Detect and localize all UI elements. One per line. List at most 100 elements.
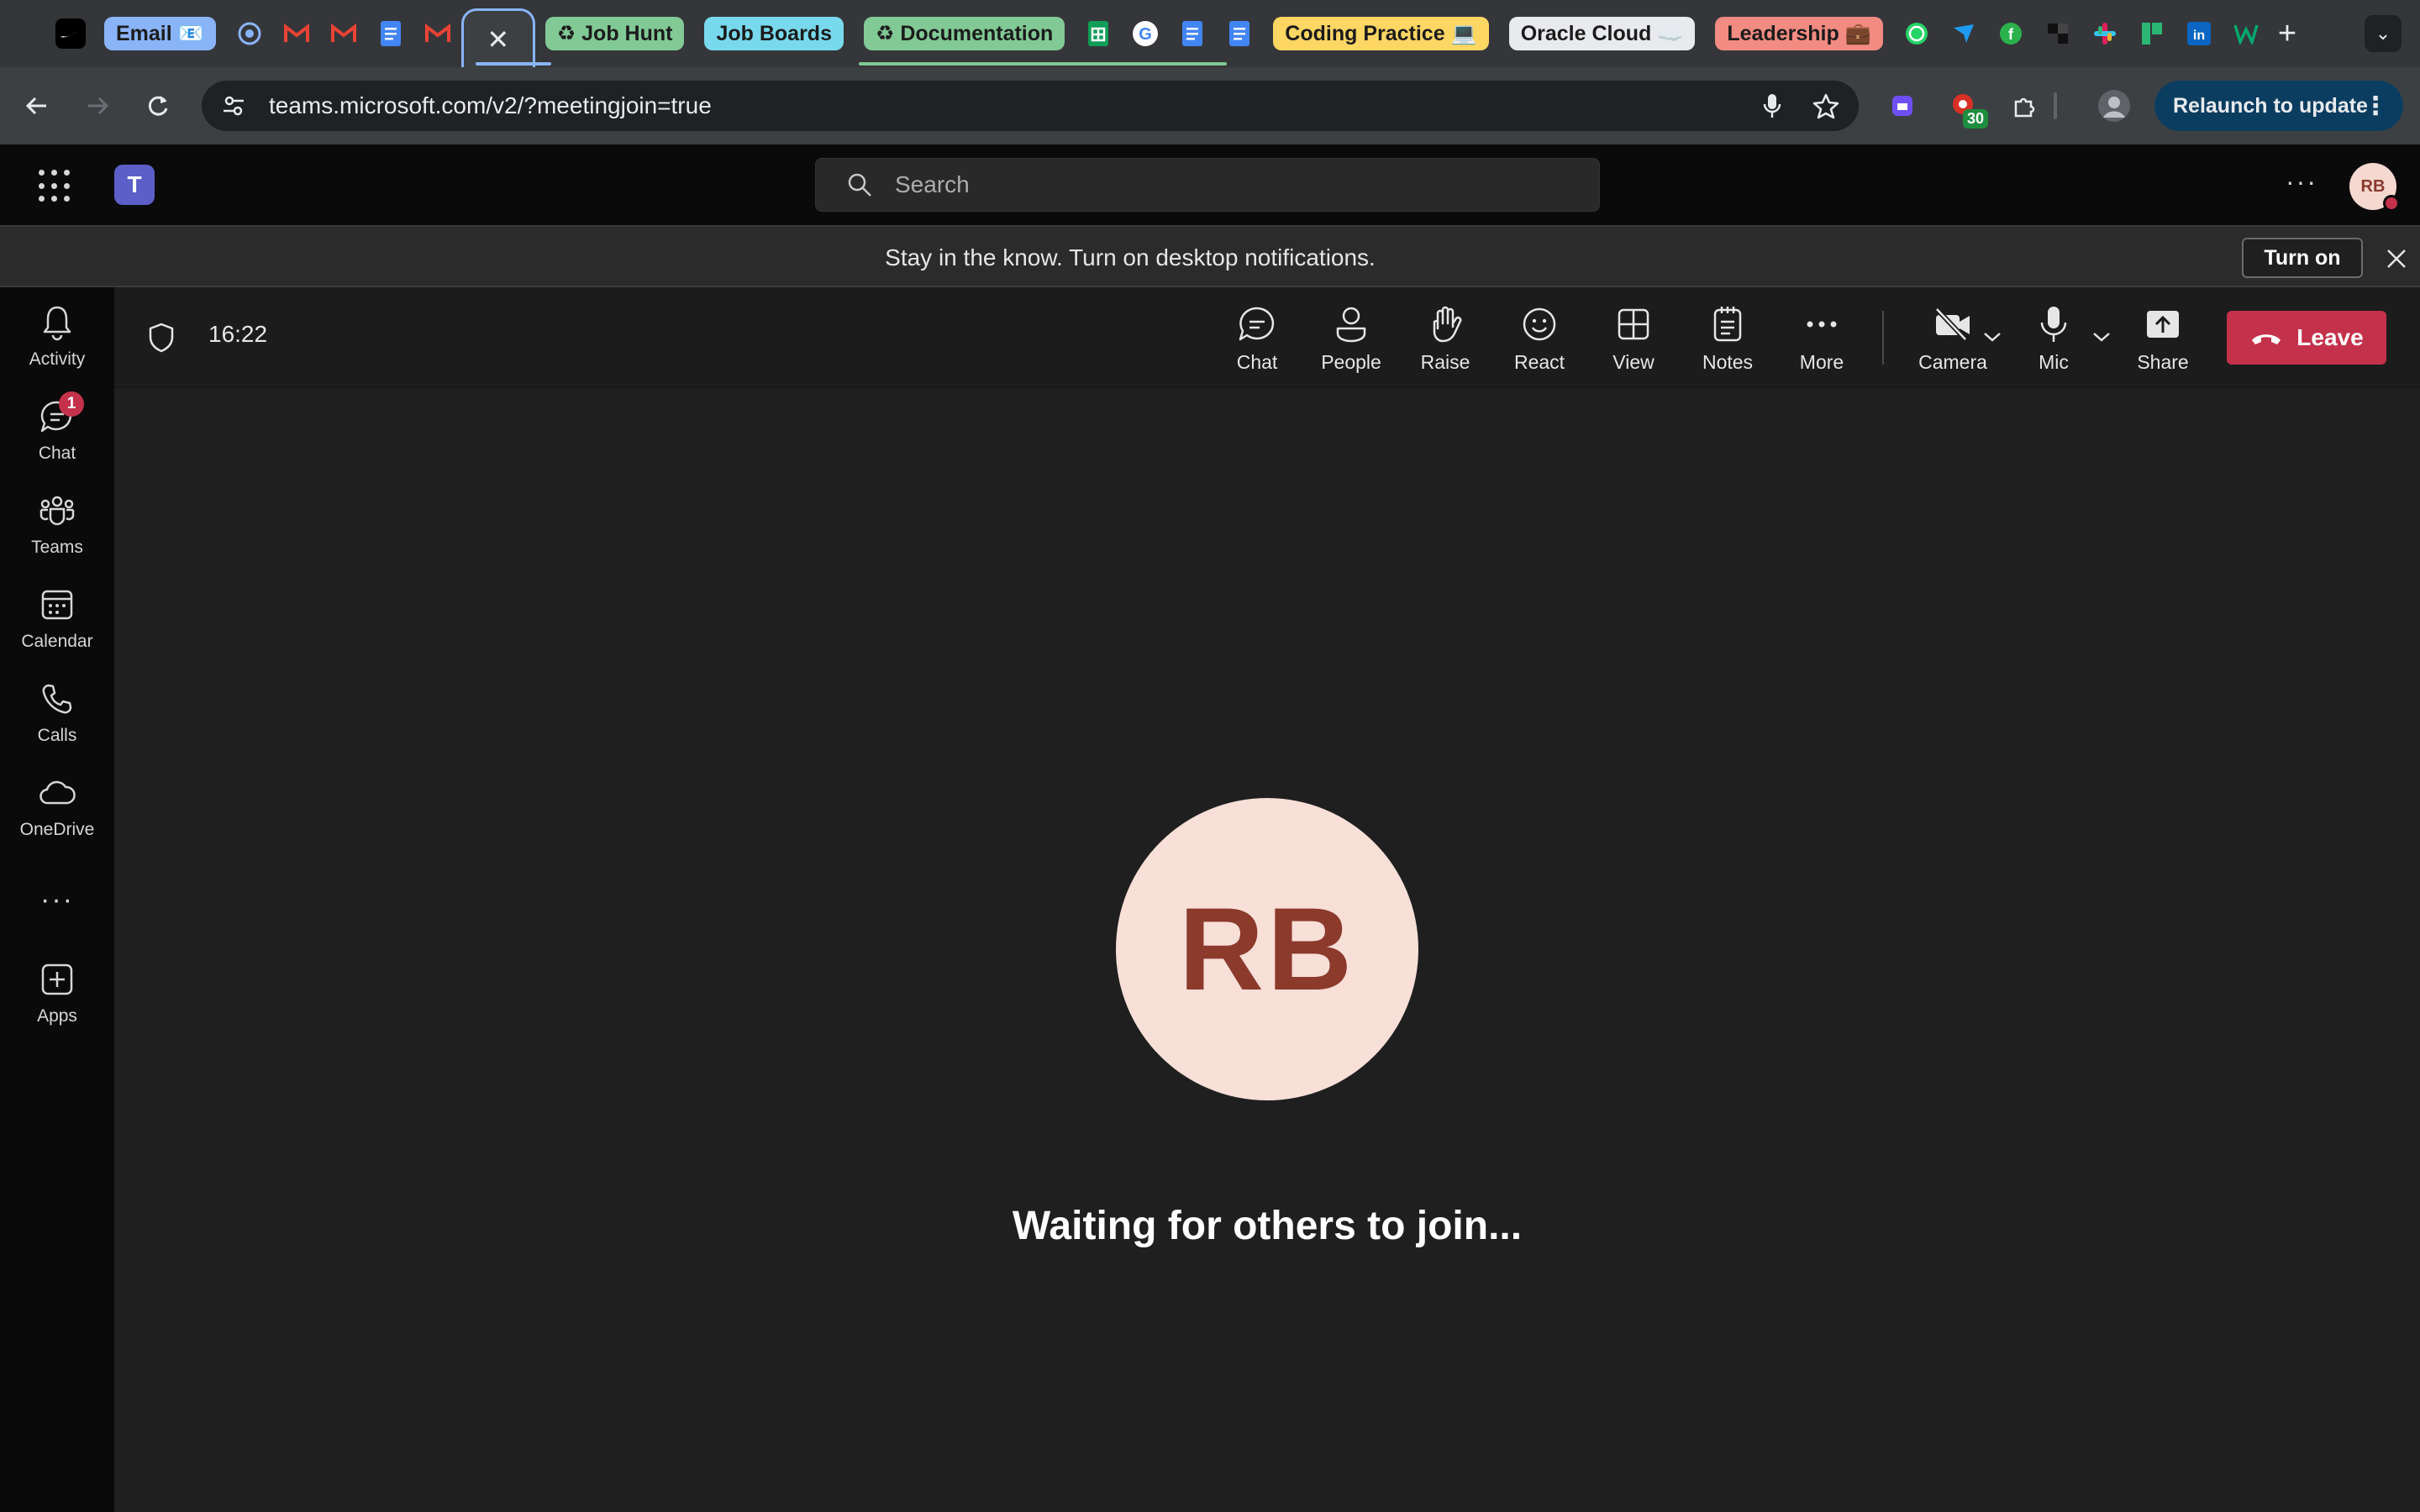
rail-label: Calls <box>37 726 77 745</box>
rail-item-calendar[interactable]: Calendar <box>0 585 114 669</box>
reload-button[interactable] <box>134 82 182 129</box>
more-icon <box>1800 302 1844 346</box>
tab-group-job-hunt[interactable]: ♻ Job Hunt <box>544 17 685 50</box>
chrome-icon[interactable] <box>234 18 265 49</box>
tab-group-documentation[interactable]: ♻ Documentation <box>863 17 1065 50</box>
relaunch-button[interactable]: Relaunch to update ⋮ <box>2154 81 2403 131</box>
squares-icon[interactable] <box>2043 18 2073 49</box>
microphone-icon[interactable] <box>1751 92 1793 119</box>
meeting-timer: 16:22 <box>208 321 268 347</box>
rail-item-calls[interactable]: Calls <box>0 679 114 763</box>
participant-avatar: RB <box>1116 798 1418 1100</box>
new-tab-button[interactable]: + <box>2278 16 2296 52</box>
chat-icon <box>1235 302 1279 346</box>
nike-icon[interactable] <box>55 18 86 49</box>
unread-badge: 1 <box>59 391 84 417</box>
rail-label: Activity <box>29 349 86 369</box>
close-icon[interactable] <box>2381 244 2412 274</box>
notes-icon <box>1706 302 1749 346</box>
sheets-icon[interactable] <box>1083 18 1113 49</box>
share-button[interactable]: Share <box>2121 302 2205 378</box>
app-rail: Activity 1 Chat Teams Calendar Calls One… <box>0 287 114 1512</box>
cloud-icon <box>37 773 77 813</box>
chat-icon: 1 <box>37 391 84 437</box>
profile-avatar-icon[interactable] <box>2094 86 2134 126</box>
notification-message: Stay in the know. Turn on desktop notifi… <box>885 244 1376 270</box>
teams-icon <box>37 491 77 531</box>
extension-icon[interactable] <box>1882 86 1923 126</box>
close-icon[interactable]: ✕ <box>487 24 509 55</box>
reload-icon <box>148 96 168 116</box>
share-icon <box>2141 302 2185 346</box>
rail-item-teams[interactable]: Teams <box>0 491 114 575</box>
view-button[interactable]: View <box>1591 302 1676 378</box>
active-tab[interactable]: ✕ <box>460 8 535 67</box>
rail-label: Teams <box>31 538 83 557</box>
tool-label: More <box>1799 351 1844 373</box>
forward-button[interactable] <box>74 82 121 129</box>
notes-button[interactable]: Notes <box>1686 302 1770 378</box>
more-options-icon[interactable]: ··· <box>2286 166 2317 197</box>
whatsapp-icon[interactable] <box>1902 18 1932 49</box>
toolbar-divider <box>1882 311 1884 365</box>
app-launcher-icon[interactable] <box>39 170 72 203</box>
phone-icon <box>37 679 77 719</box>
extension-icon[interactable]: 30 <box>1943 86 1989 129</box>
gmail-icon[interactable] <box>329 18 359 49</box>
puzzle-icon[interactable] <box>2005 86 2045 126</box>
add-app-icon <box>37 959 77 1000</box>
tab-group-leadership[interactable]: Leadership 💼 <box>1715 17 1883 50</box>
tool-label: View <box>1612 351 1655 373</box>
avatar[interactable]: RB <box>2349 163 2400 212</box>
rail-item-apps[interactable]: Apps <box>0 959 114 1043</box>
address-bar[interactable]: teams.microsoft.com/v2/?meetingjoin=true <box>202 81 1859 131</box>
back-button[interactable] <box>13 82 60 129</box>
tab-group-underline <box>476 62 551 66</box>
tab-group-coding-practice[interactable]: Coding Practice 💻 <box>1273 17 1489 50</box>
slack-icon[interactable] <box>2090 18 2120 49</box>
mic-options-chevron-icon[interactable] <box>2089 324 2114 349</box>
docs-icon[interactable] <box>376 18 406 49</box>
rail-label: Apps <box>37 1006 77 1026</box>
grid-view-icon <box>1612 302 1655 346</box>
gmail-icon[interactable] <box>423 18 453 49</box>
tab-search-button[interactable]: ⌄ <box>2365 15 2402 52</box>
more-button[interactable]: More <box>1780 302 1864 378</box>
shield-icon[interactable] <box>145 321 178 354</box>
docs-icon[interactable] <box>1177 18 1207 49</box>
svg-text:in: in <box>2193 29 2205 43</box>
chevron-down-icon: ⌄ <box>2375 23 2391 44</box>
people-button[interactable]: People <box>1309 302 1393 378</box>
gmail-icon[interactable] <box>281 18 312 49</box>
google-icon[interactable]: G <box>1130 18 1160 49</box>
tab-group-job-boards[interactable]: Job Boards <box>704 17 844 50</box>
rail-item-onedrive[interactable]: OneDrive <box>0 773 114 857</box>
tab-group-email[interactable]: Email 📧 <box>104 17 216 50</box>
camera-options-chevron-icon[interactable] <box>1980 324 2005 349</box>
bookmark-icon[interactable] <box>2137 18 2167 49</box>
leave-button[interactable]: Leave <box>2227 311 2386 365</box>
bird-icon[interactable] <box>1949 18 1979 49</box>
tab-group-oracle-cloud[interactable]: Oracle Cloud ☁️ <box>1508 17 1696 50</box>
docs-icon[interactable] <box>1224 18 1255 49</box>
site-settings-icon[interactable] <box>217 89 250 123</box>
linkedin-icon[interactable]: in <box>2184 18 2214 49</box>
url-text[interactable]: teams.microsoft.com/v2/?meetingjoin=true <box>269 92 1751 119</box>
turn-on-notifications-button[interactable]: Turn on <box>2242 238 2363 278</box>
meeting-chat-button[interactable]: Chat <box>1215 302 1299 378</box>
rail-item-chat[interactable]: 1 Chat <box>0 391 114 480</box>
teams-header: T Search ··· RB <box>0 144 2420 225</box>
react-button[interactable]: React <box>1497 302 1581 378</box>
feedly-icon[interactable]: f <box>1996 18 2026 49</box>
tool-label: Notes <box>1702 351 1754 373</box>
bookmark-star-icon[interactable] <box>1805 92 1847 119</box>
search-input[interactable]: Search <box>815 158 1600 212</box>
raise-hand-button[interactable]: Raise <box>1403 302 1487 378</box>
svg-text:G: G <box>1139 25 1153 44</box>
kebab-icon[interactable]: ⋮ <box>2363 92 2388 121</box>
w3-icon[interactable] <box>2231 18 2261 49</box>
mic-button[interactable]: Mic <box>2012 302 2096 378</box>
more-apps-icon[interactable]: ··· <box>0 884 114 916</box>
rail-item-activity[interactable]: Activity <box>0 302 114 386</box>
avatar-initials: RB <box>2360 176 2386 196</box>
